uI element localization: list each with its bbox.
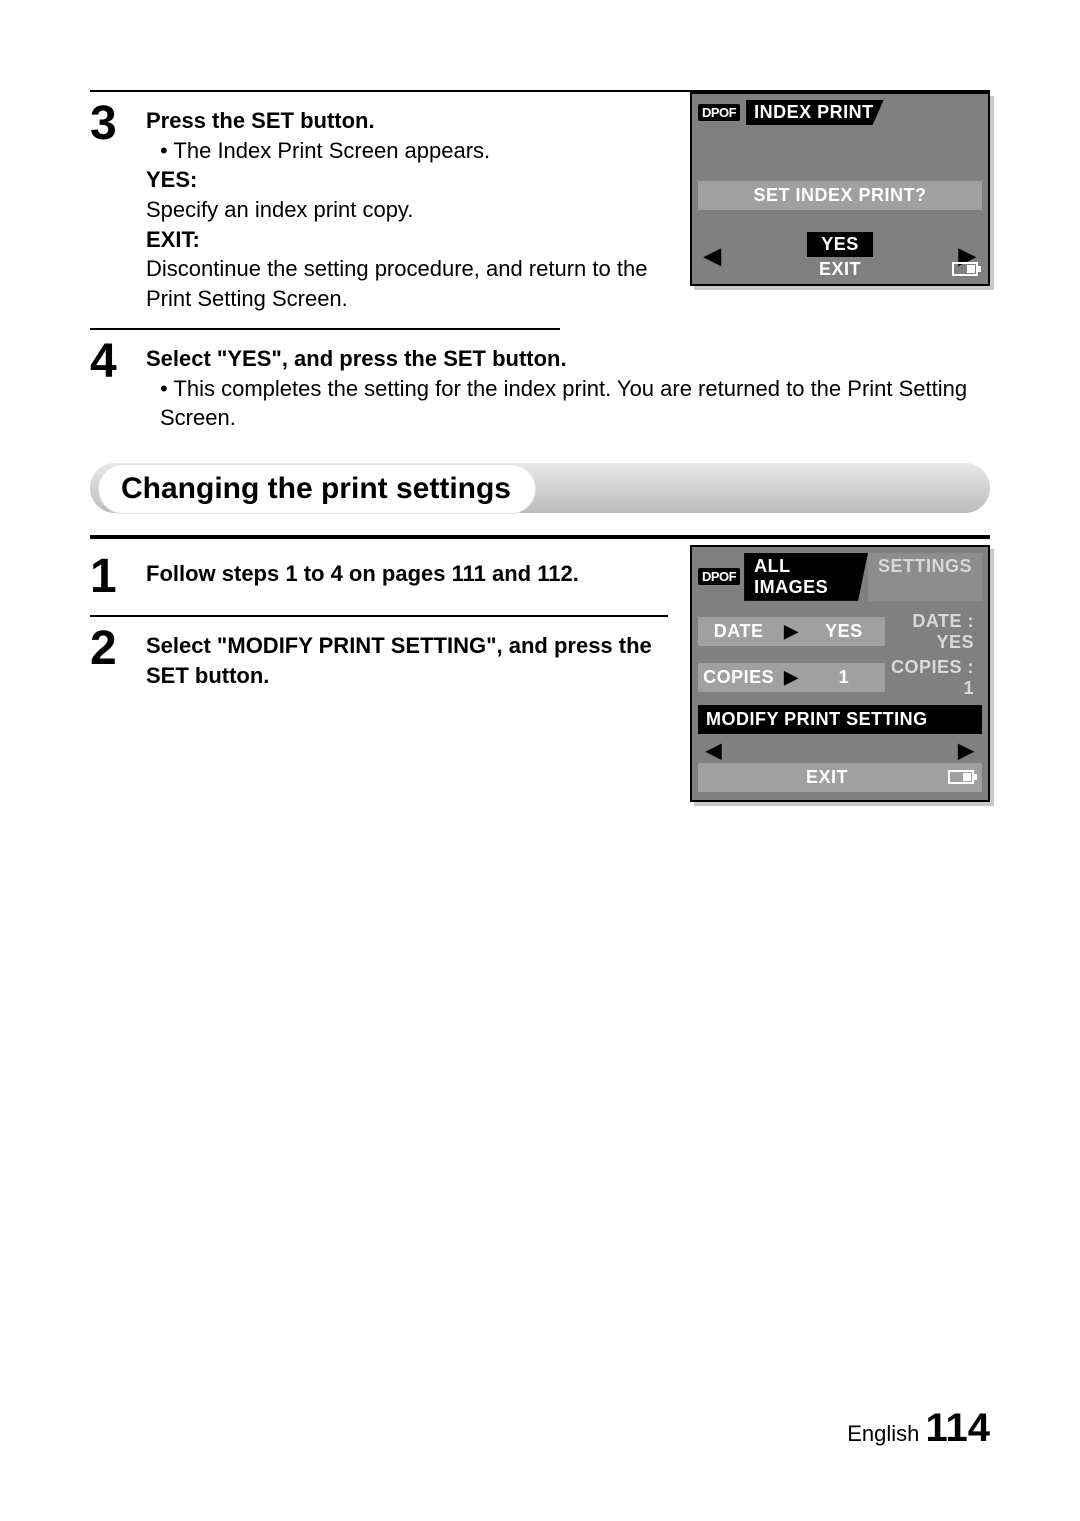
step-3: 3 Press the SET button. The Index Print … xyxy=(90,100,668,314)
lcd-prompt: SET INDEX PRINT? xyxy=(698,181,982,210)
arrow-right-icon: ▶ xyxy=(958,738,974,763)
arrow-left-icon: ◀ xyxy=(704,243,721,269)
copies-value: 1 xyxy=(803,663,884,692)
battery-icon xyxy=(952,262,978,276)
exit-label: EXIT: xyxy=(146,225,668,255)
step-b2: 2 Select "MODIFY PRINT SETTING", and pre… xyxy=(90,625,668,690)
step-bullet: The Index Print Screen appears. xyxy=(160,136,668,166)
step-lead: Press the SET button. xyxy=(146,106,668,136)
arrow-left-icon: ◀ xyxy=(706,738,722,763)
manual-page: 3 Press the SET button. The Index Print … xyxy=(0,0,1080,1521)
lcd-yes-option: YES xyxy=(807,232,873,257)
dpof-badge: DPOF xyxy=(698,104,740,121)
divider xyxy=(90,615,668,617)
lcd-title: INDEX PRINT xyxy=(746,100,884,125)
date-label: DATE xyxy=(698,617,779,646)
footer-language: English xyxy=(847,1421,919,1446)
exit-text: Discontinue the setting procedure, and r… xyxy=(146,254,668,313)
section-title: Changing the print settings xyxy=(98,464,536,514)
copies-label: COPIES xyxy=(698,663,779,692)
lcd-all-images: DPOF ALL IMAGES SETTINGS DATE ▶ YES DATE… xyxy=(690,545,990,802)
step-4: 4 Select "YES", and press the SET button… xyxy=(90,338,990,433)
step-number: 3 xyxy=(90,100,146,148)
step-b1: 1 Follow steps 1 to 4 on pages 111 and 1… xyxy=(90,553,668,601)
date-summary: DATE : YES xyxy=(885,611,983,653)
step-number: 1 xyxy=(90,553,146,601)
step-number: 4 xyxy=(90,338,146,386)
step-lead: Select "MODIFY PRINT SETTING", and press… xyxy=(146,631,668,690)
step-bullet: This completes the setting for the index… xyxy=(160,374,990,433)
arrow-right-icon: ▶ xyxy=(779,617,803,646)
modify-print-setting: MODIFY PRINT SETTING xyxy=(698,705,982,734)
lcd-tab-active: ALL IMAGES xyxy=(744,553,868,601)
battery-icon xyxy=(948,770,974,784)
yes-label: YES: xyxy=(146,165,668,195)
divider xyxy=(90,328,560,330)
page-footer: English 114 xyxy=(847,1406,990,1451)
lcd-tab-inactive: SETTINGS xyxy=(868,553,982,601)
copies-summary: COPIES : 1 xyxy=(885,657,983,699)
yes-text: Specify an index print copy. xyxy=(146,195,668,225)
step-lead: Select "YES", and press the SET button. xyxy=(146,344,990,374)
step-lead: Follow steps 1 to 4 on pages 111 and 112… xyxy=(146,559,668,589)
lcd-index-print: DPOF INDEX PRINT SET INDEX PRINT? ◀ YES … xyxy=(690,92,990,286)
lcd-exit-option: EXIT xyxy=(706,767,948,788)
arrow-right-icon: ▶ xyxy=(779,663,803,692)
lcd-exit-option: EXIT xyxy=(819,259,861,280)
footer-page-number: 114 xyxy=(925,1406,990,1450)
step-number: 2 xyxy=(90,625,146,673)
section-heading: Changing the print settings xyxy=(90,463,990,515)
dpof-badge: DPOF xyxy=(698,568,740,585)
date-value: YES xyxy=(803,617,884,646)
divider xyxy=(90,535,990,539)
